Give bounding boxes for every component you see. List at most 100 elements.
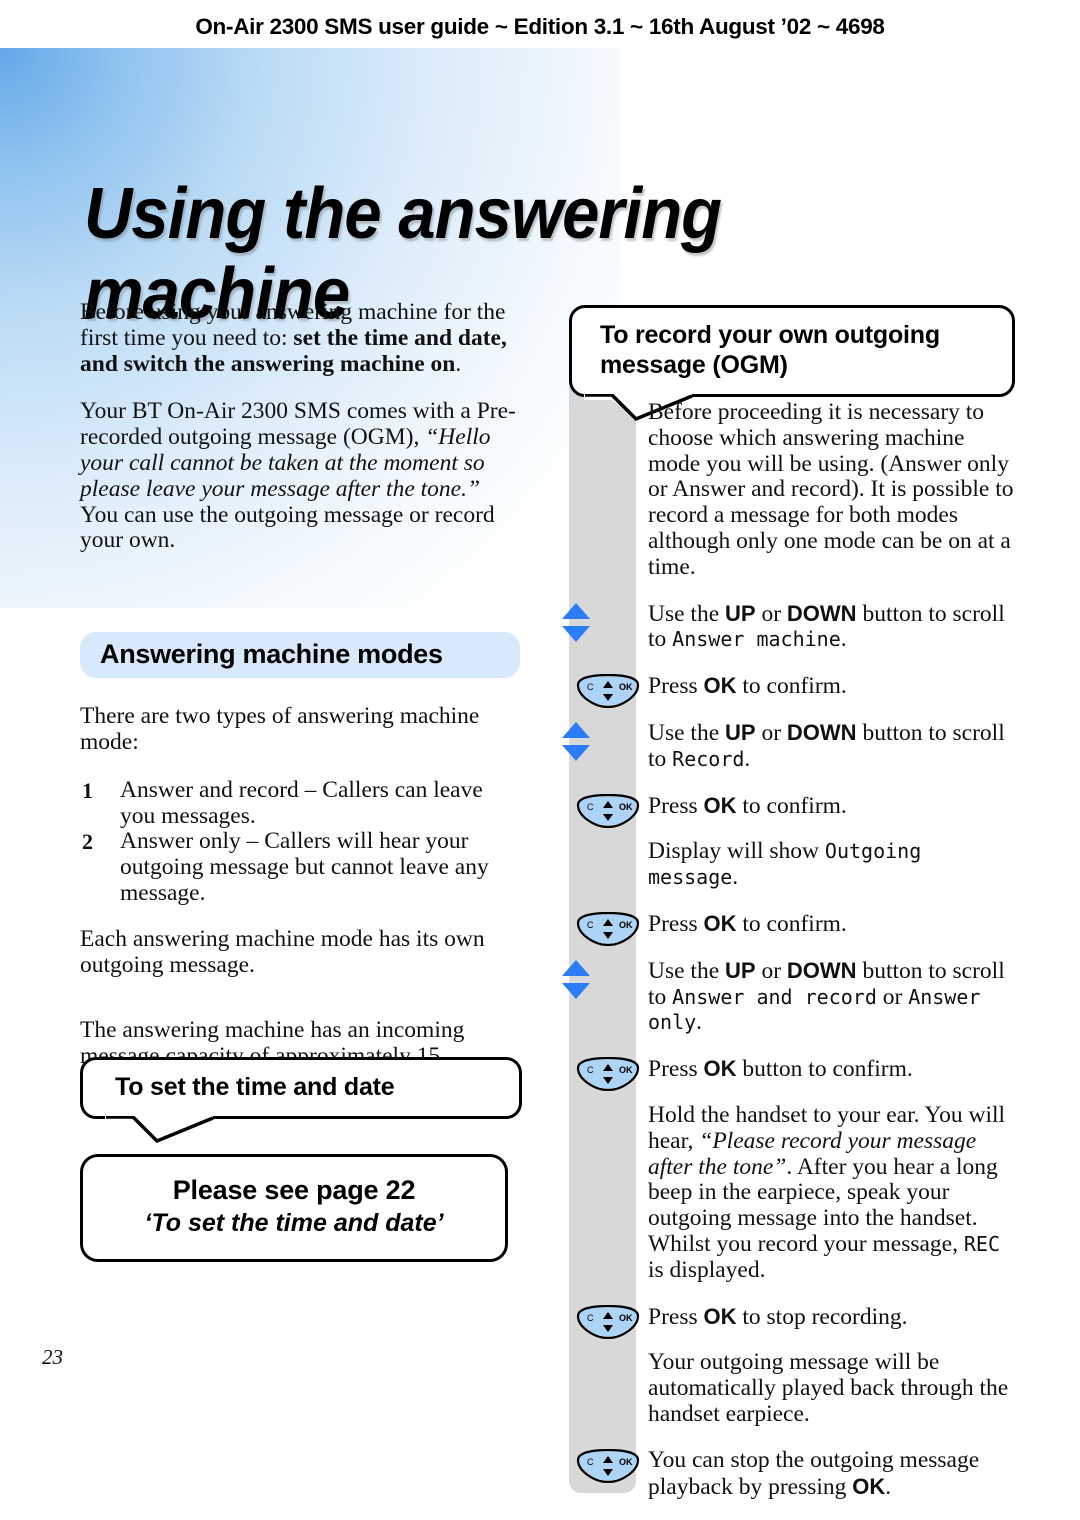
page-number: 23 [42,1345,63,1369]
step-icon[interactable]: C OK [576,911,640,951]
step-key-down: DOWN [786,957,857,983]
list-item-text: Answer and record – Callers can leave yo… [120,776,483,829]
step-text-mid: or [755,719,787,746]
ogm-callout-line1: To record your own outgoing [600,321,940,349]
step-text: Use the UP or DOWN button to scroll to R… [648,720,1019,773]
callout-to-set-time-and-date: To set the time and date [80,1057,522,1144]
callout-label: To set the time and date [115,1073,395,1101]
step-key-ok: OK [703,673,737,699]
step-intro: Before proceeding it is necessary to cho… [569,399,1019,581]
step-key-ok: OK [852,1473,886,1499]
step-text: Press OK to confirm. [648,673,1019,700]
svg-text:OK: OK [619,1313,633,1323]
step-text-post: to stop recording. [736,1303,908,1330]
callout-record-your-own-ogm: To record your own outgoing message (OGM… [569,305,1015,422]
running-header: On-Air 2300 SMS user guide ~ Edition 3.1… [195,14,885,39]
step-icon[interactable]: C OK [576,1304,640,1344]
lcd-display-text: Answer and record [672,984,877,1009]
svg-text:OK: OK [619,1065,633,1075]
step-key-down: DOWN [786,719,857,745]
see-page-line1: Please see page 22 [172,1175,416,1205]
step-icon[interactable]: C OK [576,1448,640,1488]
step-text: Before proceeding it is necessary to cho… [648,399,1014,580]
step-key-up: UP [725,719,756,745]
step-text-mid2: or [876,983,909,1010]
step-key-up: UP [725,600,756,626]
lcd-display-text: Record [672,746,745,771]
list-item-number: 2 [82,829,93,855]
modes-list: 1 Answer and record – Callers can leave y… [80,776,520,907]
intro-p2-tail: You can use the outgoing message or reco… [80,501,495,554]
svg-text:OK: OK [619,802,633,812]
down-arrow-icon[interactable] [562,744,590,761]
step-text-post: button to confirm. [736,1056,913,1083]
step-item: Your outgoing message will be automatica… [569,1349,1019,1427]
modes-lead-paragraph: There are two types of answering machine… [80,703,480,755]
step-icon[interactable]: C OK [576,793,640,833]
step-icon[interactable]: C OK [576,674,640,713]
svg-text:C: C [587,1065,594,1075]
step-text-pre: Press [648,1056,704,1083]
document-page: On-Air 2300 SMS user guide ~ Edition 3.1… [0,0,1080,1499]
svg-text:C: C [587,920,594,930]
nav-key-icon[interactable]: C OK [576,911,640,950]
left-column: Before using your answering machine for … [80,299,520,1118]
up-arrow-icon[interactable] [562,959,590,976]
svg-text:OK: OK [619,682,633,692]
step-text-pre: Press [648,673,704,700]
step-item: C OK Press OK to confirm. [569,673,1019,709]
step-item: Use the UP or DOWN button to scroll to A… [562,957,1019,1036]
step-text-pre: You can stop the outgoing message playba… [648,1446,980,1500]
svg-text:C: C [587,1313,594,1323]
step-key-up: UP [725,957,756,983]
step-text: Press OK to stop recording. [648,1304,1019,1331]
step-text-tail: . [696,1009,703,1036]
step-key-ok: OK [703,1056,737,1082]
intro-paragraph-1: Before using your answering machine for … [80,299,520,377]
see-page-line2: ‘To set the time and date’ [144,1209,444,1237]
step-text-pre: Press [648,1303,704,1330]
step-text-mid: or [755,957,787,984]
step-key-ok: OK [703,910,737,936]
svg-text:C: C [587,682,594,692]
lcd-display-text: Answer machine [672,627,841,652]
step-text: Press OK to confirm. [648,793,1019,820]
step-text-tail: . [744,745,751,772]
step-icon[interactable]: C OK [576,1057,640,1096]
step-text: Use the UP or DOWN button to scroll to A… [648,601,1019,654]
step-item: C OK Press OK button to confirm. [569,1056,1019,1092]
list-item-number: 1 [82,777,93,803]
up-arrow-icon[interactable] [562,602,590,619]
step-item: C OK You can stop the outgoing message pla… [569,1446,1019,1501]
see-page-reference-box: Please see page 22 ‘To set the time and … [80,1154,508,1262]
step-item: Hold the handset to your ear. You will h… [569,1102,1019,1284]
step-text-mid: or [755,600,787,627]
steps-list: Before proceeding it is necessary to cho… [562,399,1019,1520]
each-mode-paragraph: Each answering machine mode has its own … [80,925,485,978]
step-item: Use the UP or DOWN button to scroll to A… [562,601,1019,654]
step-text-post: to confirm. [736,792,847,819]
lcd-display-text: REC [963,1231,1000,1256]
nav-key-icon[interactable]: C OK [576,793,640,832]
step-text-pre: Press [648,910,704,937]
list-item: 2 Answer only – Callers will hear your ou… [80,829,520,906]
step-text-pre: Your outgoing message will be automatica… [648,1349,1009,1427]
step-text-pre: Display will show [648,838,825,865]
nav-key-icon[interactable]: C OK [576,1448,640,1487]
up-arrow-icon[interactable] [562,721,590,738]
step-text-pre: Use the [648,600,726,627]
down-arrow-icon[interactable] [562,982,590,999]
list-item: 1 Answer and record – Callers can leave y… [80,776,520,830]
nav-key-icon[interactable]: C OK [576,1057,640,1095]
svg-text:C: C [587,802,594,812]
nav-key-icon[interactable]: C OK [576,1304,640,1343]
step-text: Press OK button to confirm. [648,1056,1019,1083]
step-item: C OK Press OK to confirm. [569,910,1019,947]
ogm-callout-line2: message (OGM) [600,351,788,379]
nav-key-icon[interactable]: C OK [576,674,640,712]
down-arrow-icon[interactable] [562,625,590,642]
list-item-text: Answer only – Callers will hear your out… [120,828,489,906]
svg-text:C: C [587,1457,594,1467]
step-text-post: to confirm. [736,673,847,700]
step-text-tail: . [840,626,847,653]
